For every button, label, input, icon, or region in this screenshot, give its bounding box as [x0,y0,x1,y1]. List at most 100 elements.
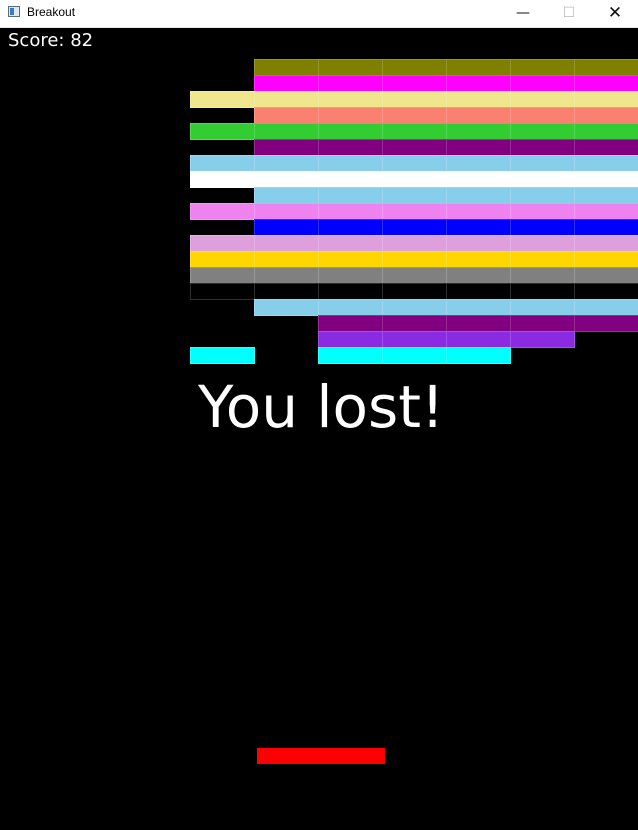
brick [574,187,638,204]
brick [318,187,383,204]
brick [318,107,383,124]
brick [254,155,319,172]
brick [318,75,383,92]
brick [574,123,638,140]
brick [318,283,383,300]
brick [190,235,255,252]
brick [382,123,447,140]
brick [382,219,447,236]
brick [574,235,638,252]
brick [446,123,511,140]
maximize-button[interactable]: ☐ [546,0,592,27]
brick [446,203,511,220]
brick [574,283,638,300]
brick [446,91,511,108]
brick [254,59,319,76]
brick [318,171,383,188]
brick [382,347,447,364]
game-canvas[interactable]: Score: 82 You lost! [0,28,638,830]
brick [382,315,447,332]
brick [382,91,447,108]
brick [446,283,511,300]
brick [318,347,383,364]
brick [574,139,638,156]
brick [382,187,447,204]
brick [574,203,638,220]
brick [318,251,383,268]
brick [254,107,319,124]
brick [382,171,447,188]
brick [574,251,638,268]
brick [510,91,575,108]
brick [254,251,319,268]
brick [446,219,511,236]
brick [382,283,447,300]
brick [190,283,255,300]
brick [254,267,319,284]
score-label: Score: 82 [8,30,94,51]
brick [510,219,575,236]
brick [382,107,447,124]
brick [510,107,575,124]
brick [254,75,319,92]
brick [318,219,383,236]
brick [574,315,638,332]
window-title: Breakout [27,5,76,19]
app-icon [8,6,20,17]
brick [318,299,383,316]
brick [318,139,383,156]
brick [510,123,575,140]
brick [254,187,319,204]
brick [318,267,383,284]
brick [382,139,447,156]
brick [446,155,511,172]
brick [190,267,255,284]
brick [446,59,511,76]
brick [574,75,638,92]
brick [574,219,638,236]
brick [382,235,447,252]
brick [446,107,511,124]
brick [510,187,575,204]
brick [510,331,575,348]
brick [446,251,511,268]
brick [446,187,511,204]
brick [510,59,575,76]
brick [574,267,638,284]
brick [318,123,383,140]
brick [190,347,255,364]
brick [510,283,575,300]
brick [510,251,575,268]
brick [510,203,575,220]
brick [254,299,319,316]
brick [446,171,511,188]
title-bar[interactable]: Breakout — ☐ ✕ [0,0,638,28]
brick [318,315,383,332]
brick [446,235,511,252]
brick [318,91,383,108]
brick [446,347,511,364]
brick [510,155,575,172]
brick [318,331,383,348]
brick [446,267,511,284]
brick [574,107,638,124]
brick [318,155,383,172]
brick [446,299,511,316]
brick [382,299,447,316]
brick [254,123,319,140]
minimize-button[interactable]: — [500,0,546,27]
brick [318,203,383,220]
brick [382,267,447,284]
brick [382,203,447,220]
brick [574,91,638,108]
brick [382,251,447,268]
brick [318,59,383,76]
brick [574,59,638,76]
close-button[interactable]: ✕ [592,0,638,27]
brick [190,203,255,220]
brick [510,315,575,332]
brick [574,155,638,172]
brick [446,315,511,332]
brick [510,267,575,284]
brick [190,171,255,188]
